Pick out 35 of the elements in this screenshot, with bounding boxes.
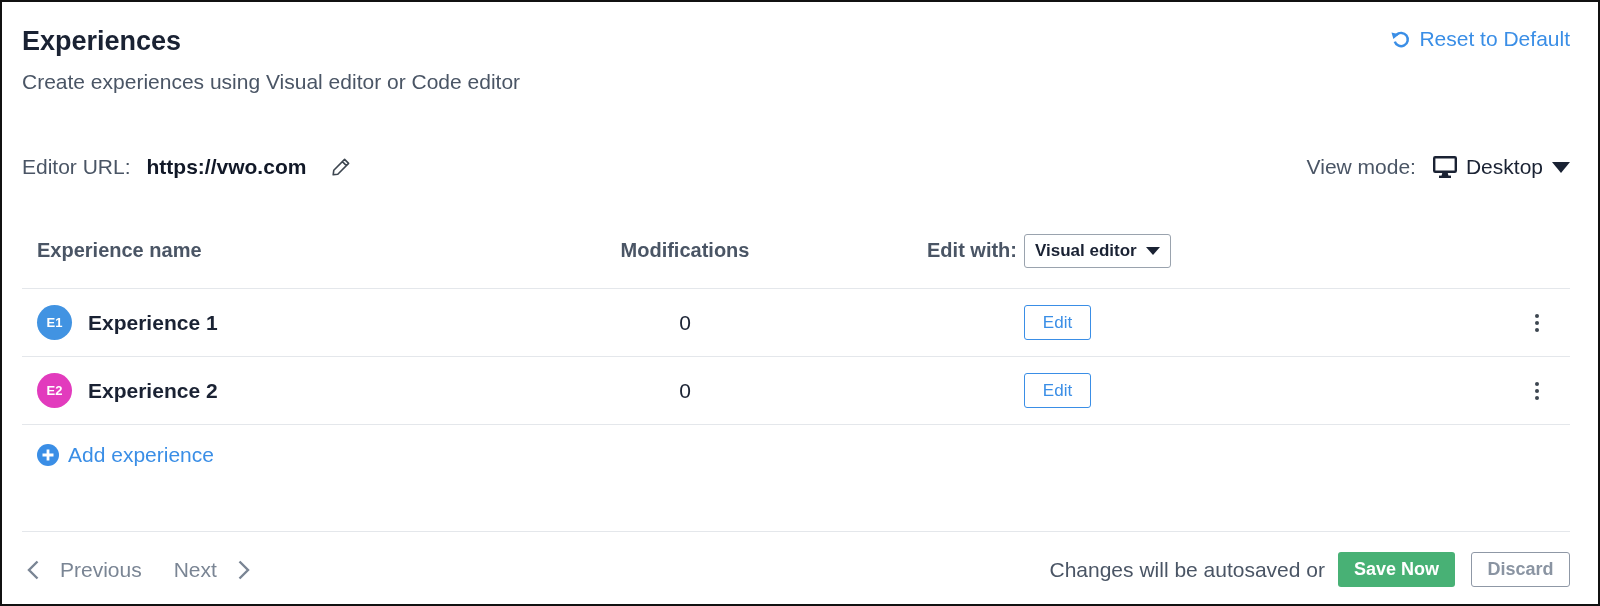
autosave-note: Changes will be autosaved or <box>1049 557 1325 582</box>
editor-select[interactable]: Visual editor <box>1024 233 1171 268</box>
editor-url-label: Editor URL: <box>22 155 131 179</box>
plus-circle-icon <box>37 444 59 466</box>
edit-with-label: Edit with: <box>927 239 1017 262</box>
experience-badge: E1 <box>37 305 72 340</box>
discard-button[interactable]: Discard <box>1471 552 1570 587</box>
view-mode-dropdown[interactable]: Desktop <box>1432 155 1570 179</box>
pencil-icon[interactable] <box>332 158 351 176</box>
reset-link[interactable]: Reset to Default <box>1391 26 1570 52</box>
editor-url-value: https://vwo.com <box>146 155 307 179</box>
edit-button[interactable]: Edit <box>1024 305 1091 340</box>
more-options-icon[interactable] <box>1535 313 1539 332</box>
next-button[interactable]: Next <box>173 557 250 582</box>
add-experience-link[interactable]: Add experience <box>37 443 214 467</box>
column-header: Experience name <box>37 239 202 262</box>
page-subtitle: Create experiences using Visual editor or Code editor <box>22 69 521 95</box>
save-now-button[interactable]: Save Now <box>1338 552 1455 587</box>
view-mode-label: View mode: <box>1306 155 1416 179</box>
caret-icon <box>1552 161 1570 173</box>
experience-badge: E2 <box>37 373 72 408</box>
more-options-icon[interactable] <box>1535 381 1539 400</box>
chevron-left-icon <box>27 559 39 580</box>
previous-button[interactable]: Previous <box>27 557 142 582</box>
caret-icon <box>1145 246 1160 255</box>
reset-icon <box>1391 29 1411 49</box>
monitor-icon <box>1432 156 1457 178</box>
column-header: Modifications <box>620 239 750 262</box>
page-title: Experiences <box>22 26 182 56</box>
experience-name: Experience 1 <box>88 310 218 335</box>
edit-button[interactable]: Edit <box>1024 373 1091 408</box>
modifications-count: 0 <box>679 310 691 335</box>
modifications-count: 0 <box>679 378 691 403</box>
experience-name: Experience 2 <box>88 378 218 403</box>
chevron-right-icon <box>237 559 250 580</box>
